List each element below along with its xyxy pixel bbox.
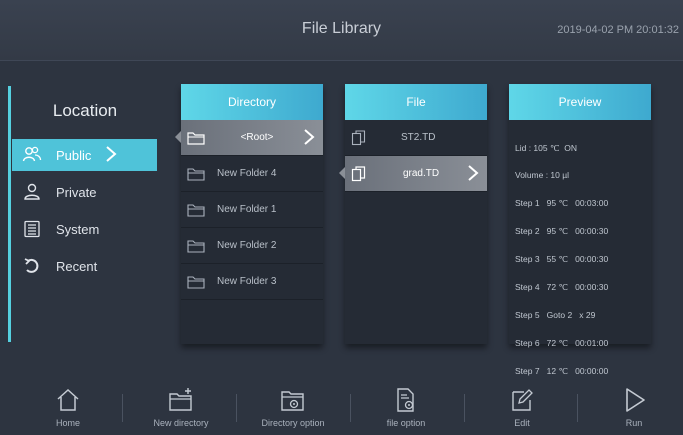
directory-label: New Folder 3 [217, 276, 277, 287]
file-copy-icon [351, 165, 371, 182]
chevron-right-icon [105, 145, 117, 166]
preview-line: Step 7 12 ℃ 00:00:00 [515, 365, 609, 376]
edit-label: Edit [514, 418, 530, 428]
header-bar: File Library 2019-04-02 PM 20:01:32 [0, 0, 683, 61]
datetime-display: 2019-04-02 PM 20:01:32 [557, 24, 679, 36]
location-item-private[interactable]: Private [12, 176, 157, 208]
folder-icon [187, 274, 207, 290]
directory-header: Directory [181, 84, 323, 120]
toolbar-divider [236, 394, 237, 422]
toolbar-divider [464, 394, 465, 422]
location-item-recent[interactable]: Recent [12, 250, 157, 282]
home-button[interactable]: Home [18, 386, 118, 434]
preview-line: Step 1 95 ℃ 00:03:00 [515, 198, 609, 209]
preview-panel: Preview Lid : 105 ℃ ON Volume : 10 µl St… [509, 84, 651, 376]
list-icon [22, 219, 42, 239]
chevron-right-icon [467, 164, 479, 185]
home-label: Home [55, 418, 80, 428]
bottom-toolbar: Home New directory Directory option file… [0, 382, 683, 435]
directory-row[interactable]: New Folder 1 [181, 192, 323, 228]
selection-pointer [175, 131, 181, 143]
edit-button[interactable]: Edit [472, 386, 572, 434]
user-icon [22, 182, 42, 202]
toolbar-divider [577, 394, 578, 422]
file-label: grad.TD [402, 168, 440, 179]
preview-content: Lid : 105 ℃ ON Volume : 10 µl Step 1 95 … [509, 120, 651, 400]
toolbar-divider [122, 394, 123, 422]
new-directory-label: New directory [153, 418, 209, 428]
directory-label: New Folder 1 [217, 204, 277, 215]
preview-line: Step 2 95 ℃ 00:00:30 [515, 226, 609, 237]
directory-row-root[interactable]: <Root> [175, 120, 323, 156]
preview-line: Step 3 55 ℃ 00:00:30 [515, 254, 609, 265]
preview-line: Step 4 72 ℃ 00:00:30 [515, 282, 609, 293]
location-item-label: Recent [56, 258, 98, 274]
directory-label: New Folder 4 [217, 168, 277, 179]
folder-settings-icon [243, 386, 343, 414]
location-item-system[interactable]: System [12, 213, 157, 245]
location-item-label: Public [56, 147, 92, 163]
preview-header: Preview [509, 84, 651, 120]
home-icon [18, 386, 118, 414]
undo-icon [22, 256, 42, 276]
folder-icon [187, 166, 207, 182]
directory-row[interactable]: New Folder 4 [181, 156, 323, 192]
folder-add-icon [131, 386, 231, 414]
sidebar-accent-bar [8, 86, 11, 342]
new-directory-button[interactable]: New directory [131, 386, 231, 434]
file-option-button[interactable]: file option [356, 386, 456, 434]
toolbar-divider [350, 394, 351, 422]
preview-line: Step 6 72 ℃ 00:01:00 [515, 337, 609, 348]
location-title: Location [52, 101, 118, 120]
file-label: ST2.TD [401, 132, 436, 143]
edit-icon [472, 386, 572, 414]
file-row-selected[interactable]: grad.TD [339, 156, 487, 192]
location-item-label: Private [56, 184, 97, 200]
preview-line: Lid : 105 ℃ ON [515, 142, 577, 153]
directory-option-label: Directory option [261, 418, 325, 428]
directory-row[interactable]: New Folder 2 [181, 228, 323, 264]
folder-icon [187, 130, 207, 146]
folder-icon [187, 202, 207, 218]
play-icon [584, 386, 683, 414]
file-settings-icon [356, 386, 456, 414]
file-option-label: file option [386, 418, 426, 428]
chevron-right-icon [303, 128, 315, 149]
directory-label: <Root> [240, 132, 274, 143]
file-copy-icon [351, 129, 371, 146]
file-row[interactable]: ST2.TD [345, 120, 487, 156]
location-item-public[interactable]: Public [12, 139, 157, 171]
directory-panel: Directory <Root> New Folder 4 New Folder… [175, 84, 323, 344]
folder-icon [187, 238, 207, 254]
location-item-label: System [56, 221, 100, 237]
directory-option-button[interactable]: Directory option [243, 386, 343, 434]
run-label: Run [625, 418, 643, 428]
directory-row[interactable]: New Folder 3 [181, 264, 323, 300]
directory-label: New Folder 2 [217, 240, 277, 251]
file-header: File [345, 84, 487, 120]
preview-line: Step 5 Goto 2 x 29 [515, 309, 596, 320]
run-button[interactable]: Run [584, 386, 683, 434]
file-panel: File ST2.TD grad.TD [339, 84, 487, 344]
group-icon [22, 145, 42, 165]
selection-pointer [339, 167, 345, 179]
preview-line: Volume : 10 µl [515, 170, 570, 181]
